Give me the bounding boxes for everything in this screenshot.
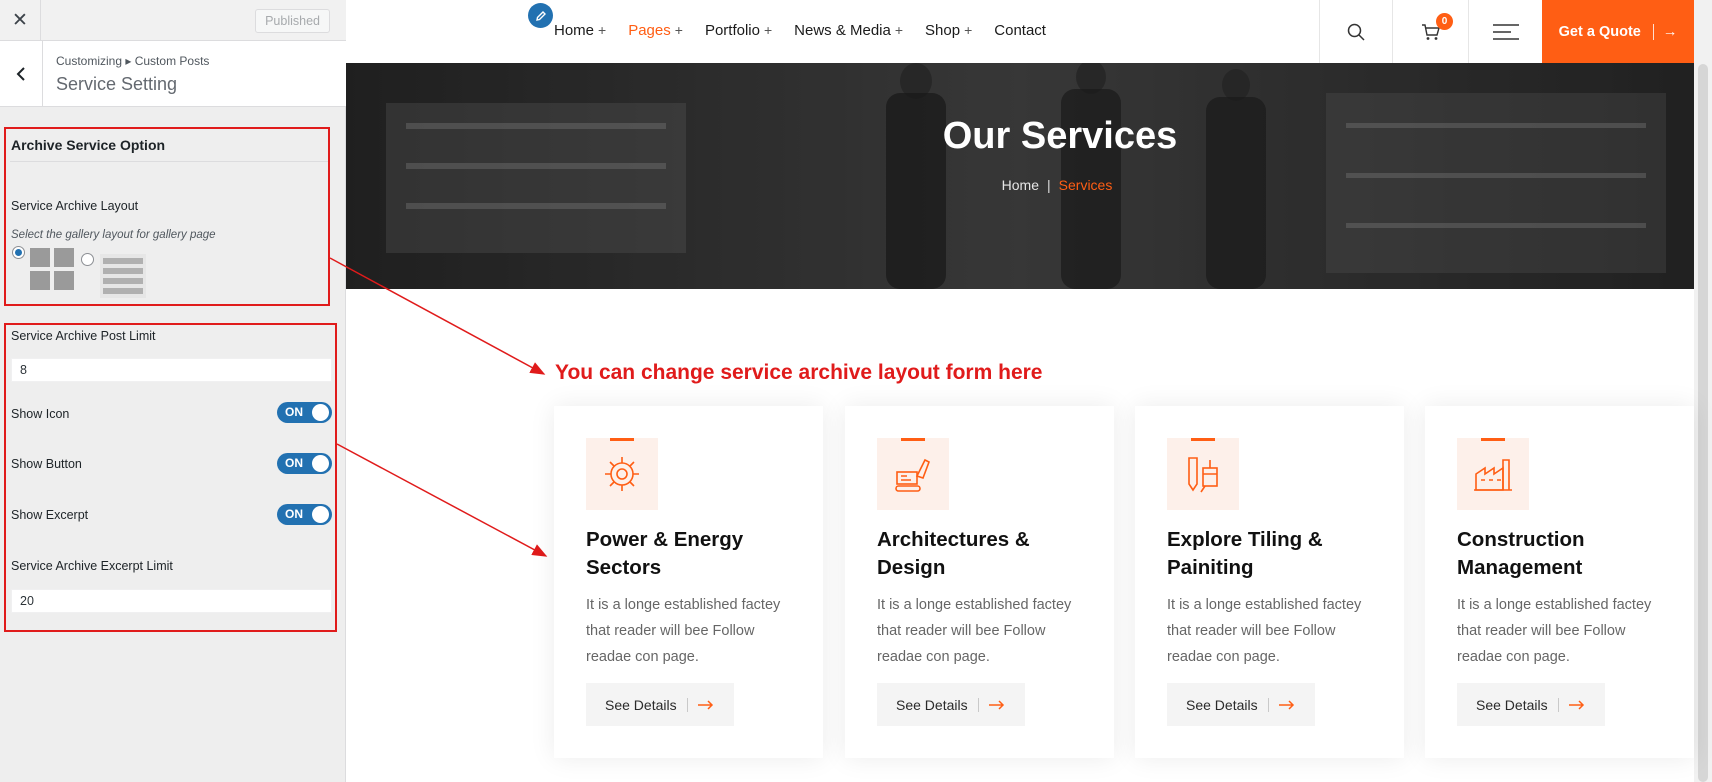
service-title: Power & Energy Sectors [586, 528, 744, 579]
hamburger-menu-icon [1492, 23, 1519, 40]
grid-layout-thumbnail[interactable] [30, 248, 76, 292]
show-excerpt-label: Show Excerpt [11, 508, 89, 522]
nav-item-home[interactable]: Home + [554, 22, 606, 39]
see-details-button[interactable]: See Details [877, 683, 1025, 726]
page-title: Our Services [942, 115, 1178, 157]
cart-button[interactable] [1392, 0, 1468, 63]
factory-icon [1474, 459, 1512, 491]
get-a-quote-button[interactable]: Get a Quote → [1542, 0, 1694, 63]
search-icon [1347, 23, 1365, 41]
list-layout-thumbnail[interactable] [100, 254, 146, 298]
close-icon: ✕ [12, 10, 28, 31]
section-divider [10, 161, 328, 162]
arrow-right-icon [988, 699, 1004, 710]
service-title: Explore Tiling & Painiting [1167, 528, 1323, 579]
service-card: Explore Tiling & Painiting It is a longe… [1135, 406, 1404, 758]
back-button[interactable] [0, 41, 43, 107]
page-scrollbar[interactable] [1694, 0, 1712, 782]
service-title: Construction Management [1457, 528, 1585, 579]
arrow-right-icon [1278, 699, 1294, 710]
nav-item-contact[interactable]: Contact [994, 22, 1046, 39]
customizer-top-bar: ✕ Published [0, 0, 346, 41]
show-button-label: Show Button [11, 457, 82, 471]
gear-icon [605, 457, 639, 491]
page-hero-banner: Our Services Home | Services [346, 63, 1694, 289]
service-card: Construction Management It is a longe es… [1425, 406, 1694, 758]
card-icon-box [1167, 438, 1239, 510]
layout-label: Service Archive Layout [11, 199, 139, 213]
published-button[interactable]: Published [255, 9, 330, 33]
service-card: Architectures & Design It is a longe est… [845, 406, 1114, 758]
search-button[interactable] [1319, 0, 1392, 63]
service-excerpt: It is a longe established factey that re… [1167, 597, 1362, 665]
see-details-button[interactable]: See Details [586, 683, 734, 726]
layout-radio-grid[interactable] [12, 246, 25, 259]
arrow-right-icon [697, 699, 713, 710]
close-customizer-button[interactable]: ✕ [0, 0, 41, 41]
layout-description: Select the gallery layout for gallery pa… [11, 229, 216, 241]
menu-button[interactable] [1468, 0, 1542, 63]
main-navigation: Home + Pages + Portfolio + News & Media + Sh… [554, 22, 1068, 39]
service-card: Power & Energy Sectors It is a longe est… [554, 406, 823, 758]
service-title: Architectures & Design [877, 528, 1030, 579]
nav-item-portfolio[interactable]: Portfolio + [705, 22, 772, 39]
nav-item-pages[interactable]: Pages + [628, 22, 683, 39]
show-button-toggle[interactable]: ON [277, 453, 332, 474]
breadcrumb-current: Services [1058, 177, 1113, 193]
annotation-text: You can change service archive layout fo… [555, 361, 1043, 384]
excerpt-limit-label: Service Archive Excerpt Limit [11, 559, 173, 573]
service-excerpt: It is a longe established factey that re… [1457, 597, 1652, 665]
customizer-title: Service Setting [56, 74, 178, 94]
customizer-section-header: Customizing ▸ Custom Posts Service Setti… [0, 41, 346, 107]
arrow-right-icon [1568, 699, 1584, 710]
card-icon-box [586, 438, 658, 510]
crane-icon [895, 458, 931, 492]
arrow-right-icon: → [1662, 23, 1678, 40]
post-limit-input[interactable]: 8 [11, 358, 332, 382]
see-details-button[interactable]: See Details [1457, 683, 1605, 726]
pencil-icon [535, 10, 546, 21]
see-details-button[interactable]: See Details [1167, 683, 1315, 726]
service-excerpt: It is a longe established factey that re… [586, 597, 781, 665]
archive-section-title: Archive Service Option [11, 137, 166, 153]
layout-radio-list[interactable] [81, 253, 94, 266]
customizer-sidebar: ✕ Published Customizing ▸ Custom Posts S… [0, 0, 346, 782]
edit-shortcut-button[interactable] [528, 3, 553, 28]
excerpt-limit-input[interactable]: 20 [11, 589, 332, 613]
hero-breadcrumb: Home | Services [1001, 177, 1113, 193]
card-icon-box [877, 438, 949, 510]
cart-count-badge: 0 [1436, 13, 1453, 30]
post-limit-label: Service Archive Post Limit [11, 329, 156, 343]
show-excerpt-toggle[interactable]: ON [277, 504, 332, 525]
card-icon-box [1457, 438, 1529, 510]
customizer-breadcrumb: Customizing ▸ Custom Posts [56, 54, 210, 68]
show-icon-toggle[interactable]: ON [277, 402, 332, 423]
tools-icon [1188, 457, 1218, 493]
chevron-left-icon [16, 67, 25, 81]
breadcrumb-home-link[interactable]: Home [1002, 177, 1039, 193]
show-icon-label: Show Icon [11, 407, 70, 421]
nav-item-news-media[interactable]: News & Media + [794, 22, 903, 39]
nav-item-shop[interactable]: Shop + [925, 22, 972, 39]
service-excerpt: It is a longe established factey that re… [877, 597, 1072, 665]
workers-background-image [346, 63, 1694, 289]
